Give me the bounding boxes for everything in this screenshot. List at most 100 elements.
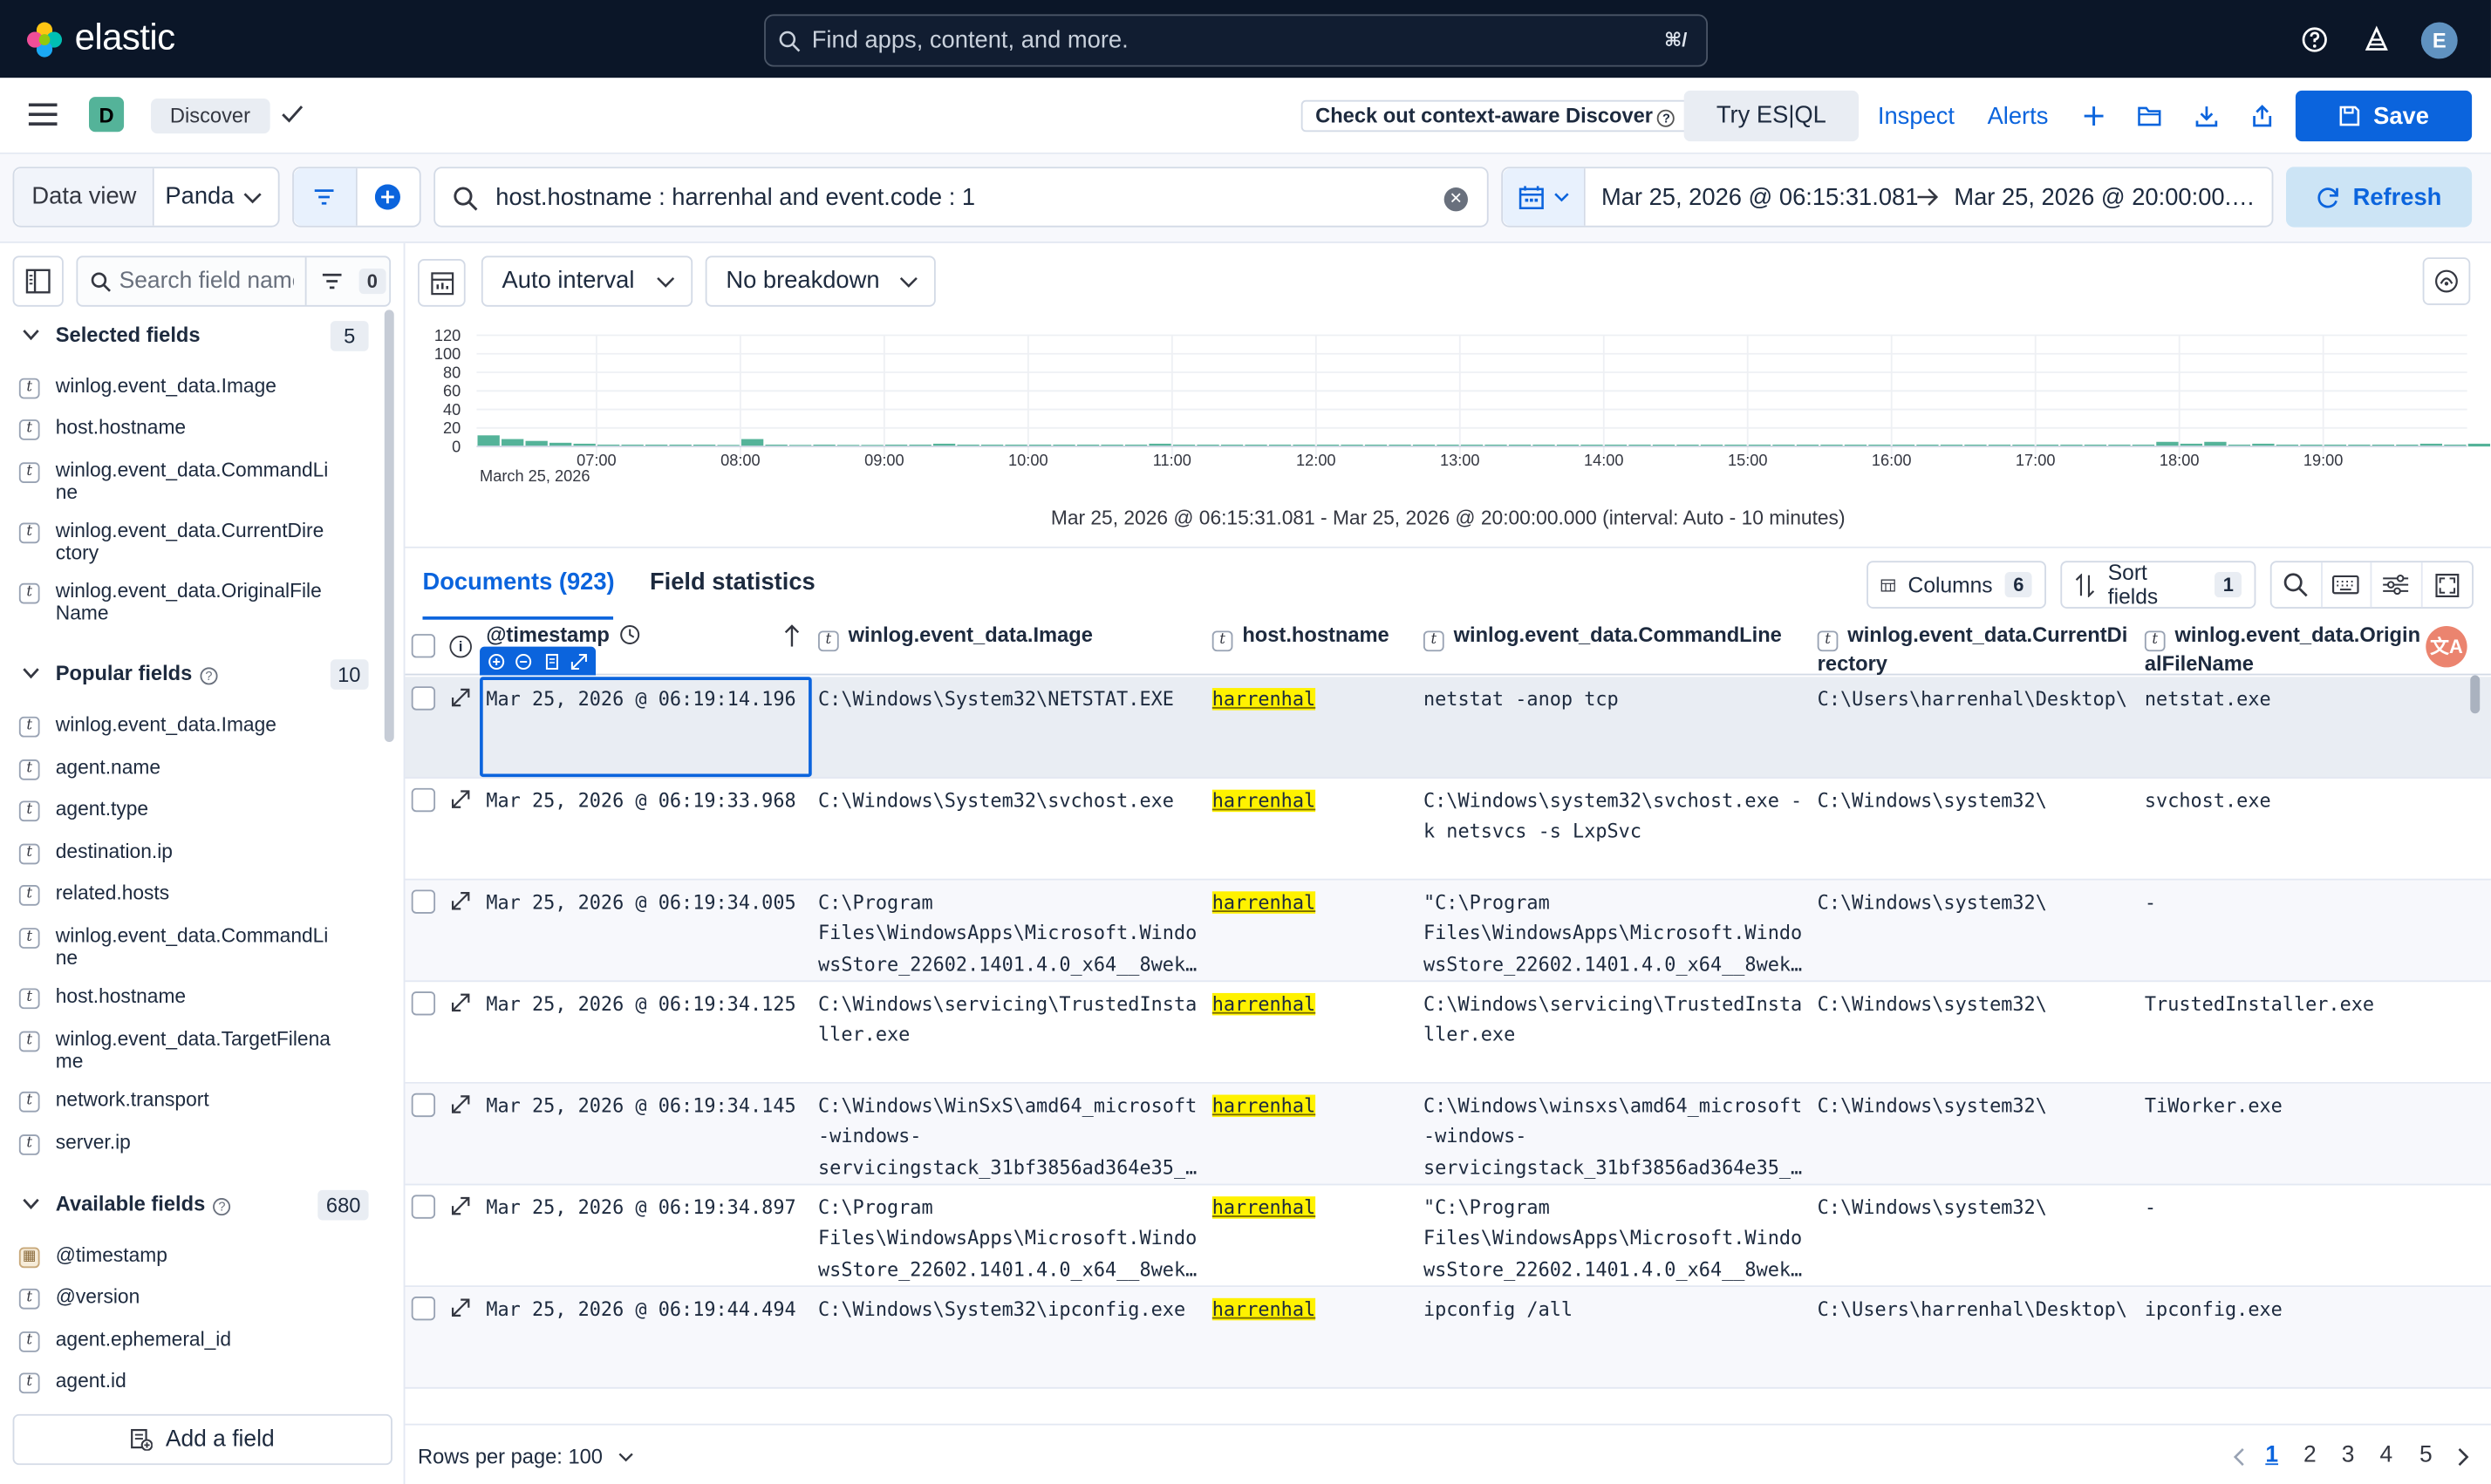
cell-cwd[interactable]: C:\Users\harrenhal\Desktop\ bbox=[1818, 1295, 2135, 1325]
table-row[interactable]: Mar 25, 2026 @ 06:19:34.005 C:\Program Fi… bbox=[405, 880, 2491, 983]
cell-orig[interactable]: - bbox=[2145, 1194, 2462, 1224]
cell-host[interactable]: harrenhal bbox=[1211, 990, 1411, 1020]
add-field-button[interactable]: Add a field bbox=[12, 1413, 392, 1466]
expand-row-icon[interactable] bbox=[451, 790, 470, 809]
cell-orig[interactable]: ipconfig.exe bbox=[2145, 1295, 2462, 1325]
info-icon[interactable]: i bbox=[449, 635, 472, 658]
help-icon[interactable] bbox=[2299, 24, 2331, 55]
cell-ts[interactable]: Mar 25, 2026 @ 06:19:44.494 bbox=[486, 1295, 811, 1325]
cell-cwd[interactable]: C:\Users\harrenhal\Desktop\ bbox=[1818, 684, 2135, 715]
cell-cmd[interactable]: netstat -anop tcp bbox=[1423, 684, 1808, 715]
kql-query-input[interactable]: host.hostname : harrenhal and event.code… bbox=[433, 167, 1489, 228]
table-scrollbar[interactable] bbox=[2470, 675, 2481, 714]
row-checkbox[interactable] bbox=[411, 889, 436, 914]
selected-fields-header[interactable]: Selected fields 5 bbox=[0, 317, 381, 356]
cell-cwd[interactable]: C:\Windows\system32\ bbox=[1818, 888, 2135, 919]
cell-host[interactable]: harrenhal bbox=[1211, 684, 1411, 715]
cell-image[interactable]: C:\Windows\WinSxS\amd64_microsoft -windo… bbox=[818, 1092, 1199, 1183]
cell-cwd[interactable]: C:\Windows\system32\ bbox=[1818, 1092, 2135, 1122]
new-search-icon[interactable] bbox=[2081, 103, 2106, 128]
cell-image[interactable]: C:\Windows\System32\ipconfig.exe bbox=[818, 1295, 1199, 1325]
tab-field-statistics[interactable]: Field statistics bbox=[650, 568, 816, 596]
previous-page-icon[interactable] bbox=[2232, 1447, 2245, 1467]
row-checkbox[interactable] bbox=[411, 686, 436, 711]
try-esql-button[interactable]: Try ES|QL bbox=[1683, 90, 1860, 142]
expand-row-icon[interactable] bbox=[451, 1298, 470, 1317]
column-header-currentdirectory[interactable]: t winlog.event_data.CurrentDirectory bbox=[1817, 623, 2135, 675]
page-1-link[interactable]: 1 bbox=[2265, 1443, 2278, 1468]
cell-image[interactable]: C:\Windows\servicing\TrustedInsta ller.e… bbox=[818, 990, 1199, 1051]
available-fields-header[interactable]: Available fields? 680 bbox=[0, 1187, 381, 1225]
add-filter-button[interactable] bbox=[357, 168, 420, 226]
page-4-link[interactable]: 4 bbox=[2379, 1443, 2392, 1468]
expand-row-icon[interactable] bbox=[451, 1196, 470, 1215]
table-row[interactable]: Mar 25, 2026 @ 06:19:44.494 C:\Windows\Sy… bbox=[405, 1287, 2491, 1389]
translate-icon[interactable]: 文A bbox=[2426, 625, 2467, 668]
save-button[interactable]: Save bbox=[2295, 90, 2473, 142]
filter-menu-button[interactable] bbox=[293, 168, 357, 226]
cell-cmd[interactable]: "C:\Program Files\WindowsApps\Microsoft.… bbox=[1423, 888, 1808, 980]
collapse-sidebar-button[interactable] bbox=[12, 255, 64, 307]
row-checkbox[interactable] bbox=[411, 1296, 436, 1321]
data-view-picker[interactable]: Data view Panda bbox=[12, 167, 280, 228]
start-date[interactable]: Mar 25, 2026 @ 06:15:31.081 bbox=[1601, 184, 1918, 211]
copy-icon[interactable] bbox=[543, 652, 560, 670]
table-row[interactable]: Mar 25, 2026 @ 06:19:33.968 C:\Windows\Sy… bbox=[405, 779, 2491, 881]
row-checkbox[interactable] bbox=[411, 787, 436, 813]
expand-row-icon[interactable] bbox=[451, 1095, 470, 1114]
refresh-button[interactable]: Refresh bbox=[2285, 167, 2473, 228]
column-header-image[interactable]: t winlog.event_data.Image bbox=[818, 623, 1093, 652]
column-header-originalfilename[interactable]: t winlog.event_data.OriginalFileName bbox=[2144, 623, 2431, 675]
next-page-icon[interactable] bbox=[2458, 1447, 2471, 1467]
chart-options-button[interactable] bbox=[2422, 257, 2471, 305]
columns-button[interactable]: Columns 6 bbox=[1867, 561, 2046, 609]
expand-row-icon[interactable] bbox=[451, 688, 470, 707]
cell-orig[interactable]: TrustedInstaller.exe bbox=[2145, 990, 2462, 1020]
rows-per-page-selector[interactable]: Rows per page: 100 bbox=[418, 1444, 634, 1468]
alerts-button[interactable]: Alerts bbox=[1988, 103, 2049, 130]
cell-cwd[interactable]: C:\Windows\system32\ bbox=[1818, 786, 2135, 817]
global-search-input[interactable]: Find apps, content, and more. ⌘/ bbox=[764, 14, 1709, 67]
cell-cmd[interactable]: C:\Windows\system32\svchost.exe - k nets… bbox=[1423, 786, 1808, 848]
cell-ts[interactable]: Mar 25, 2026 @ 06:19:34.005 bbox=[486, 888, 811, 919]
cell-image[interactable]: C:\Windows\System32\NETSTAT.EXE bbox=[818, 684, 1199, 715]
cell-host[interactable]: harrenhal bbox=[1211, 1092, 1411, 1122]
end-date[interactable]: Mar 25, 2026 @ 20:00:00.000 bbox=[1954, 184, 2263, 211]
cell-host[interactable]: harrenhal bbox=[1211, 786, 1411, 817]
elastic-logo-icon[interactable] bbox=[25, 21, 64, 59]
news-feed-icon[interactable] bbox=[2361, 24, 2392, 55]
cell-cmd[interactable]: C:\Windows\winsxs\amd64_microsoft -windo… bbox=[1423, 1092, 1808, 1183]
table-row[interactable]: Mar 25, 2026 @ 06:19:34.125 C:\Windows\se… bbox=[405, 982, 2491, 1084]
cell-host[interactable]: harrenhal bbox=[1211, 888, 1411, 919]
table-row[interactable]: Mar 25, 2026 @ 06:19:34.145 C:\Windows\Wi… bbox=[405, 1083, 2491, 1186]
expand-cell-icon[interactable] bbox=[570, 652, 588, 670]
row-checkbox[interactable] bbox=[411, 991, 436, 1016]
context-aware-discover-button[interactable]: Check out context-aware Discover? bbox=[1300, 99, 1689, 133]
keyboard-shortcuts-button[interactable] bbox=[2322, 562, 2372, 608]
quick-select-button[interactable] bbox=[1503, 168, 1586, 226]
interval-selector[interactable]: Auto interval bbox=[481, 255, 693, 307]
cell-orig[interactable]: netstat.exe bbox=[2145, 684, 2462, 715]
sidebar-scrollbar[interactable] bbox=[384, 310, 394, 743]
cell-cmd[interactable]: ipconfig /all bbox=[1423, 1295, 1808, 1325]
sort-fields-button[interactable]: Sort fields 1 bbox=[2060, 561, 2256, 609]
logo-text[interactable]: elastic bbox=[75, 16, 175, 58]
expand-row-icon[interactable] bbox=[451, 891, 470, 910]
chart-visibility-toggle[interactable] bbox=[418, 259, 466, 307]
cell-cwd[interactable]: C:\Windows\system32\ bbox=[1818, 990, 2135, 1020]
cell-ts[interactable]: Mar 25, 2026 @ 06:19:34.125 bbox=[486, 990, 811, 1020]
fullscreen-button[interactable] bbox=[2422, 562, 2472, 607]
breadcrumb-discover[interactable]: Discover bbox=[151, 98, 270, 134]
search-in-table-button[interactable] bbox=[2272, 562, 2322, 608]
filter-out-value-icon[interactable] bbox=[515, 652, 533, 670]
cell-ts[interactable]: Mar 25, 2026 @ 06:19:34.145 bbox=[486, 1092, 811, 1122]
share-icon[interactable] bbox=[2249, 103, 2275, 128]
display-settings-button[interactable] bbox=[2372, 562, 2422, 608]
table-row[interactable]: Mar 25, 2026 @ 06:19:34.897 C:\Program Fi… bbox=[405, 1185, 2491, 1288]
expand-row-icon[interactable] bbox=[451, 993, 470, 1012]
cell-image[interactable]: C:\Windows\System32\svchost.exe bbox=[818, 786, 1199, 817]
row-checkbox[interactable] bbox=[411, 1195, 436, 1219]
sort-ascending-icon[interactable] bbox=[783, 624, 801, 647]
column-header-commandline[interactable]: t winlog.event_data.CommandLine bbox=[1423, 623, 1782, 652]
row-checkbox[interactable] bbox=[411, 1093, 436, 1118]
